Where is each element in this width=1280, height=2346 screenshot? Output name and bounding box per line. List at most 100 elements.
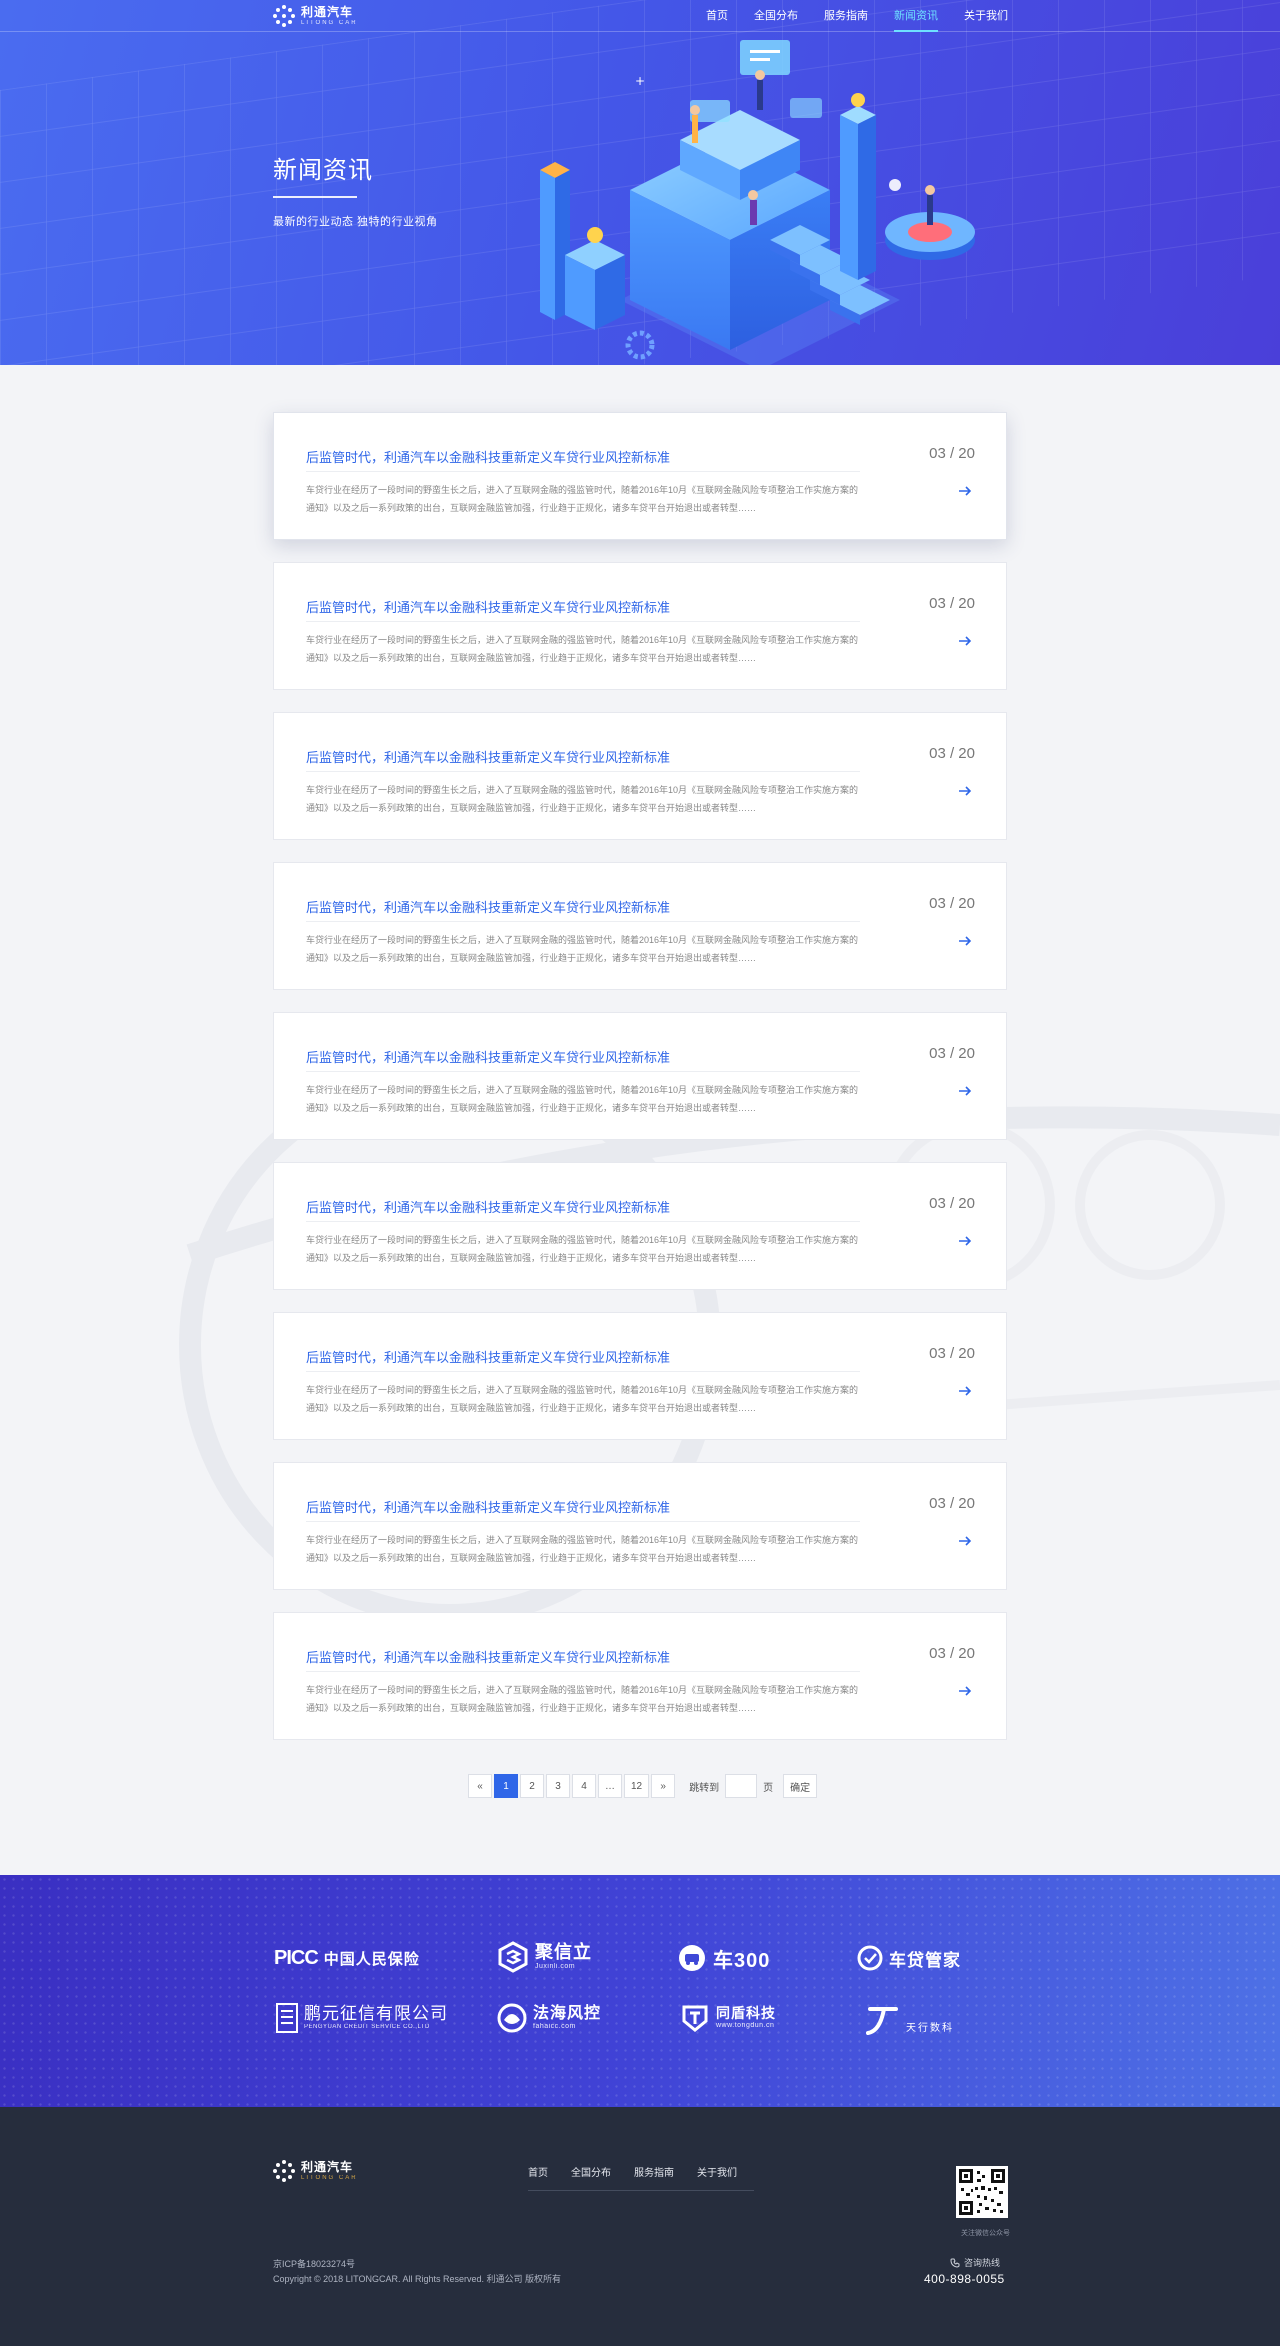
news-card[interactable]: 后监管时代，利通汽车以金融科技重新定义车贷行业风控新标准 03 / 20 车贷行…: [273, 562, 1007, 690]
nav-item-service-guide[interactable]: 服务指南: [824, 0, 868, 32]
divider: [306, 1071, 860, 1072]
arrow-right-icon[interactable]: [957, 1383, 973, 1399]
partner-tianxing[interactable]: 天行数科: [864, 2001, 954, 2037]
hotline-number[interactable]: 400-898-0055: [924, 2272, 1005, 2286]
pagination-prev-button[interactable]: «: [468, 1774, 492, 1798]
news-card[interactable]: 后监管时代，利通汽车以金融科技重新定义车贷行业风控新标准 03 / 20 车贷行…: [273, 862, 1007, 990]
arrow-right-icon[interactable]: [957, 783, 973, 799]
fahai-url: fahaicc.com: [533, 2022, 576, 2030]
arrow-right-icon[interactable]: [957, 1233, 973, 1249]
hotline-label: 咨询热线: [950, 2256, 1000, 2269]
page-subtitle: 最新的行业动态 独特的行业视角: [273, 216, 438, 228]
tongdun-text: 同盾科技: [716, 2005, 776, 2022]
arrow-right-icon[interactable]: [957, 933, 973, 949]
news-date: 03 / 20: [929, 595, 975, 612]
news-card[interactable]: 后监管时代，利通汽车以金融科技重新定义车贷行业风控新标准 03 / 20 车贷行…: [273, 1312, 1007, 1440]
nav-menu: 首页 全国分布 服务指南 新闻资讯 关于我们: [706, 0, 1008, 32]
news-date: 03 / 20: [929, 445, 975, 462]
svg-text:+: +: [635, 74, 645, 88]
news-card[interactable]: 后监管时代，利通汽车以金融科技重新定义车贷行业风控新标准 03 / 20 车贷行…: [273, 1612, 1007, 1740]
picc-logo-text: PICC: [274, 1947, 319, 1969]
wechat-qr-code: [956, 2166, 1008, 2218]
partner-chedai[interactable]: 车贷管家: [857, 1945, 961, 1971]
partner-juxinli[interactable]: 聚信立 Juxinli.com: [497, 1941, 592, 1973]
news-summary: 车贷行业在经历了一段时间的野蛮生长之后，进入了互联网金融的强监管时代，随着201…: [306, 935, 859, 963]
news-title[interactable]: 后监管时代，利通汽车以金融科技重新定义车贷行业风控新标准: [306, 1347, 670, 1366]
hotline-label-text: 咨询热线: [964, 2258, 1001, 2268]
footer: 利通汽车 LITONG CAR 首页 全国分布 服务指南 关于我们 京ICP备1…: [0, 2107, 1280, 2346]
partner-picc[interactable]: PICC 中国人民保险: [274, 1947, 420, 1970]
news-date: 03 / 20: [929, 745, 975, 762]
nav-item-distribution[interactable]: 全国分布: [754, 0, 798, 32]
pagination-page-3[interactable]: 3: [546, 1774, 570, 1798]
news-card[interactable]: 后监管时代，利通汽车以金融科技重新定义车贷行业风控新标准 03 / 20 车贷行…: [273, 1012, 1007, 1140]
footer-divider: [528, 2190, 754, 2191]
news-title[interactable]: 后监管时代，利通汽车以金融科技重新定义车贷行业风控新标准: [306, 1197, 670, 1216]
nav-item-home[interactable]: 首页: [706, 0, 728, 32]
site-logo[interactable]: 利通汽车 LITONG CAR: [273, 5, 358, 27]
nav-item-news[interactable]: 新闻资讯: [894, 0, 938, 32]
news-date: 03 / 20: [929, 1045, 975, 1062]
news-title[interactable]: 后监管时代，利通汽车以金融科技重新定义车贷行业风控新标准: [306, 597, 670, 616]
pagination-next-button[interactable]: »: [651, 1774, 676, 1798]
phone-icon: [950, 2258, 960, 2268]
news-title[interactable]: 后监管时代，利通汽车以金融科技重新定义车贷行业风控新标准: [306, 1647, 670, 1666]
news-card[interactable]: 后监管时代，利通汽车以金融科技重新定义车贷行业风控新标准 03 / 20 车贷行…: [273, 1462, 1007, 1590]
divider: [306, 1671, 860, 1672]
title-underline: [273, 196, 357, 198]
divider: [306, 921, 860, 922]
footer-menu: 首页 全国分布 服务指南 关于我们: [528, 2164, 737, 2179]
footer-logo[interactable]: 利通汽车 LITONG CAR: [273, 2160, 358, 2182]
divider: [306, 1221, 860, 1222]
che300-text: 车300: [713, 1949, 771, 1972]
news-card[interactable]: 后监管时代，利通汽车以金融科技重新定义车贷行业风控新标准 03 / 20 车贷行…: [273, 1162, 1007, 1290]
arrow-right-icon[interactable]: [957, 1683, 973, 1699]
divider: [306, 1371, 860, 1372]
pagination-page-4[interactable]: 4: [572, 1774, 596, 1798]
pengyuan-logo-icon: [276, 2003, 298, 2033]
page-unit-label: 页: [763, 1782, 774, 1794]
news-title[interactable]: 后监管时代，利通汽车以金融科技重新定义车贷行业风控新标准: [306, 747, 670, 766]
news-title[interactable]: 后监管时代，利通汽车以金融科技重新定义车贷行业风控新标准: [306, 447, 670, 466]
pagination: « 1 2 3 4 … 12 » 跳转到 页 确定: [468, 1774, 818, 1798]
logo-mark-icon: [273, 2160, 295, 2182]
pagination-page-12[interactable]: 12: [624, 1774, 650, 1798]
juxinli-url: Juxinli.com: [535, 1963, 576, 1971]
footer-link-home[interactable]: 首页: [528, 2164, 548, 2179]
arrow-right-icon[interactable]: [957, 483, 973, 499]
tongdun-logo-icon: [682, 2005, 708, 2032]
news-title[interactable]: 后监管时代，利通汽车以金融科技重新定义车贷行业风控新标准: [306, 1497, 670, 1516]
news-card[interactable]: 后监管时代，利通汽车以金融科技重新定义车贷行业风控新标准 03 / 20 车贷行…: [273, 412, 1007, 540]
chedai-text: 车贷管家: [889, 1950, 961, 1970]
footer-link-about[interactable]: 关于我们: [697, 2164, 737, 2179]
pagination-page-1[interactable]: 1: [494, 1774, 518, 1798]
partners-section: PICC 中国人民保险 聚信立 Juxinli.com 车300 车贷管家 鹏元…: [0, 1875, 1280, 2107]
partner-tongdun[interactable]: 同盾科技 www.tongdun.cn: [680, 2003, 776, 2033]
hero-banner: 利通汽车 LITONG CAR 首页 全国分布 服务指南 新闻资讯 关于我们 新…: [0, 0, 1280, 365]
divider: [306, 621, 860, 622]
arrow-right-icon[interactable]: [957, 633, 973, 649]
footer-link-distribution[interactable]: 全国分布: [571, 2164, 611, 2179]
juxinli-text: 聚信立: [535, 1942, 592, 1963]
news-card[interactable]: 后监管时代，利通汽车以金融科技重新定义车贷行业风控新标准 03 / 20 车贷行…: [273, 712, 1007, 840]
partner-pengyuan[interactable]: 鹏元征信有限公司 PENGYUAN CREDIT SERVICE CO.,LTD: [276, 2003, 448, 2033]
news-title[interactable]: 后监管时代，利通汽车以金融科技重新定义车贷行业风控新标准: [306, 897, 670, 916]
jump-page-input[interactable]: [725, 1774, 758, 1798]
chedai-logo-icon: [857, 1945, 883, 1971]
pagination-page-2[interactable]: 2: [520, 1774, 544, 1798]
footer-link-service-guide[interactable]: 服务指南: [634, 2164, 674, 2179]
partner-fahai[interactable]: 法海风控 fahaicc.com: [497, 2003, 601, 2033]
fahai-logo-icon: [497, 2003, 527, 2033]
nav-item-about[interactable]: 关于我们: [964, 0, 1008, 32]
partner-che300[interactable]: 车300: [677, 1943, 770, 1973]
logo-mark-icon: [273, 5, 295, 27]
news-title[interactable]: 后监管时代，利通汽车以金融科技重新定义车贷行业风控新标准: [306, 1047, 670, 1066]
arrow-right-icon[interactable]: [957, 1533, 973, 1549]
arrow-right-icon[interactable]: [957, 1083, 973, 1099]
news-date: 03 / 20: [929, 1345, 975, 1362]
footer-logo-subtext: LITONG CAR: [301, 2175, 358, 2181]
tianxing-logo-icon: [866, 2007, 898, 2035]
news-summary: 车贷行业在经历了一段时间的野蛮生长之后，进入了互联网金融的强监管时代，随着201…: [306, 485, 859, 513]
divider: [306, 471, 860, 472]
jump-confirm-button[interactable]: 确定: [783, 1774, 818, 1798]
